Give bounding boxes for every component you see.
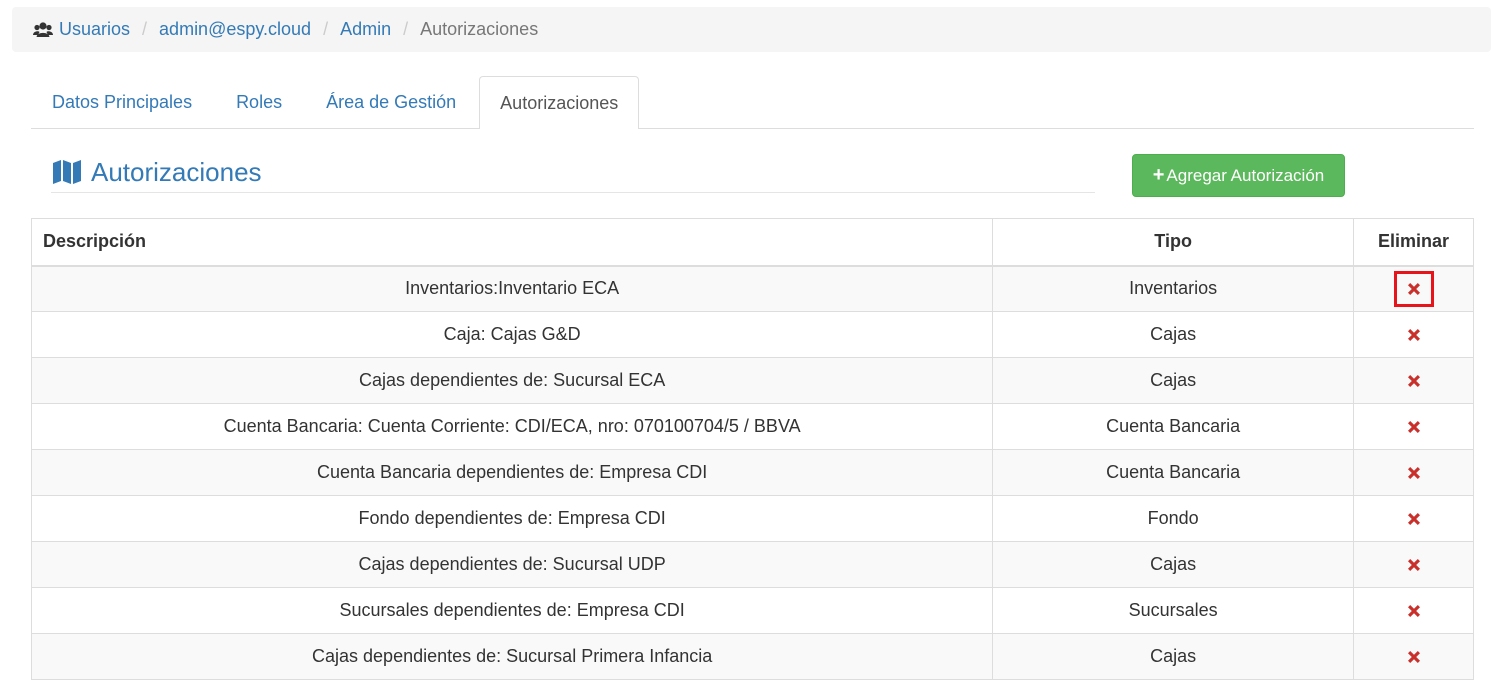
tab-area-de-gestion[interactable]: Área de Gestión — [305, 76, 477, 128]
breadcrumb-separator: / — [323, 19, 329, 39]
table-row: Cajas dependientes de: Sucursal ECA Cajas — [30, 357, 1474, 404]
cell-description: Cuenta Bancaria: Cuenta Corriente: CDI/E… — [30, 403, 994, 450]
map-icon — [53, 159, 81, 185]
column-header-description[interactable]: Descripción — [30, 218, 994, 267]
tab-bar: Datos Principales Roles Área de Gestión … — [31, 76, 1474, 129]
delete-icon[interactable] — [1394, 409, 1434, 445]
column-header-delete: Eliminar — [1353, 218, 1474, 267]
section-header: Autorizaciones — [51, 152, 1095, 193]
breadcrumb-item-usuarios[interactable]: Usuarios — [59, 19, 130, 40]
cell-type: Cajas — [992, 541, 1355, 588]
column-header-type[interactable]: Tipo — [992, 218, 1355, 267]
delete-icon[interactable] — [1394, 547, 1434, 583]
breadcrumb: Usuarios / admin@espy.cloud / Admin / Au… — [12, 7, 1491, 52]
cell-delete — [1353, 403, 1474, 450]
cell-delete — [1353, 495, 1474, 542]
delete-icon[interactable] — [1394, 317, 1434, 353]
cell-type: Inventarios — [992, 265, 1355, 312]
cell-description: Cuenta Bancaria dependientes de: Empresa… — [30, 449, 994, 496]
delete-icon[interactable] — [1394, 363, 1434, 399]
delete-icon[interactable] — [1394, 639, 1434, 675]
cell-type: Sucursales — [992, 587, 1355, 634]
cell-delete — [1353, 633, 1474, 680]
tab-autorizaciones[interactable]: Autorizaciones — [479, 76, 640, 129]
table-row: Fondo dependientes de: Empresa CDI Fondo — [30, 495, 1474, 542]
cell-type: Cajas — [992, 633, 1355, 680]
table-row: Cuenta Bancaria: Cuenta Corriente: CDI/E… — [30, 403, 1474, 450]
cell-description: Inventarios:Inventario ECA — [30, 265, 994, 312]
cell-delete — [1353, 357, 1474, 404]
cell-delete — [1353, 541, 1474, 588]
table-row: Inventarios:Inventario ECA Inventarios — [30, 265, 1474, 312]
cell-type: Fondo — [992, 495, 1355, 542]
breadcrumb-item-current: Autorizaciones — [420, 19, 539, 39]
delete-icon[interactable] — [1394, 593, 1434, 629]
breadcrumb-separator: / — [142, 19, 148, 39]
table-row: Caja: Cajas G&D Cajas — [30, 311, 1474, 358]
cell-description: Cajas dependientes de: Sucursal Primera … — [30, 633, 994, 680]
delete-icon[interactable] — [1394, 501, 1434, 537]
table-row: Sucursales dependientes de: Empresa CDI S… — [30, 587, 1474, 634]
section-title: Autorizaciones — [91, 156, 262, 187]
cell-description: Cajas dependientes de: Sucursal UDP — [30, 541, 994, 588]
plus-icon: + — [1152, 164, 1165, 186]
table-row: Cuenta Bancaria dependientes de: Empresa… — [30, 449, 1474, 496]
table-row: Cajas dependientes de: Sucursal UDP Cajas — [30, 541, 1474, 588]
cell-delete — [1353, 449, 1474, 496]
breadcrumb-separator: / — [403, 19, 409, 39]
cell-delete — [1353, 311, 1474, 358]
breadcrumb-item-admin[interactable]: Admin — [340, 19, 391, 40]
authorizations-table: Descripción Tipo Eliminar Inventarios:In… — [30, 218, 1474, 680]
cell-type: Cuenta Bancaria — [992, 403, 1355, 450]
cell-description: Fondo dependientes de: Empresa CDI — [30, 495, 994, 542]
tab-roles[interactable]: Roles — [215, 76, 303, 128]
cell-type: Cajas — [992, 357, 1355, 404]
table-header-row: Descripción Tipo Eliminar — [30, 218, 1474, 267]
users-icon — [33, 21, 53, 39]
cell-delete — [1353, 265, 1474, 312]
table-row: Cajas dependientes de: Sucursal Primera … — [30, 633, 1474, 680]
cell-description: Cajas dependientes de: Sucursal ECA — [30, 357, 994, 404]
cell-type: Cuenta Bancaria — [992, 449, 1355, 496]
delete-icon[interactable] — [1393, 270, 1434, 307]
add-authorization-label: Agregar Autorización — [1166, 165, 1325, 185]
cell-delete — [1353, 587, 1474, 634]
cell-description: Caja: Cajas G&D — [30, 311, 994, 358]
delete-icon[interactable] — [1394, 455, 1434, 491]
tab-datos-principales[interactable]: Datos Principales — [31, 76, 213, 128]
cell-type: Cajas — [992, 311, 1355, 358]
add-authorization-button[interactable]: + Agregar Autorización — [1132, 154, 1345, 197]
cell-description: Sucursales dependientes de: Empresa CDI — [30, 587, 994, 634]
breadcrumb-item-user-email[interactable]: admin@espy.cloud — [159, 19, 311, 40]
